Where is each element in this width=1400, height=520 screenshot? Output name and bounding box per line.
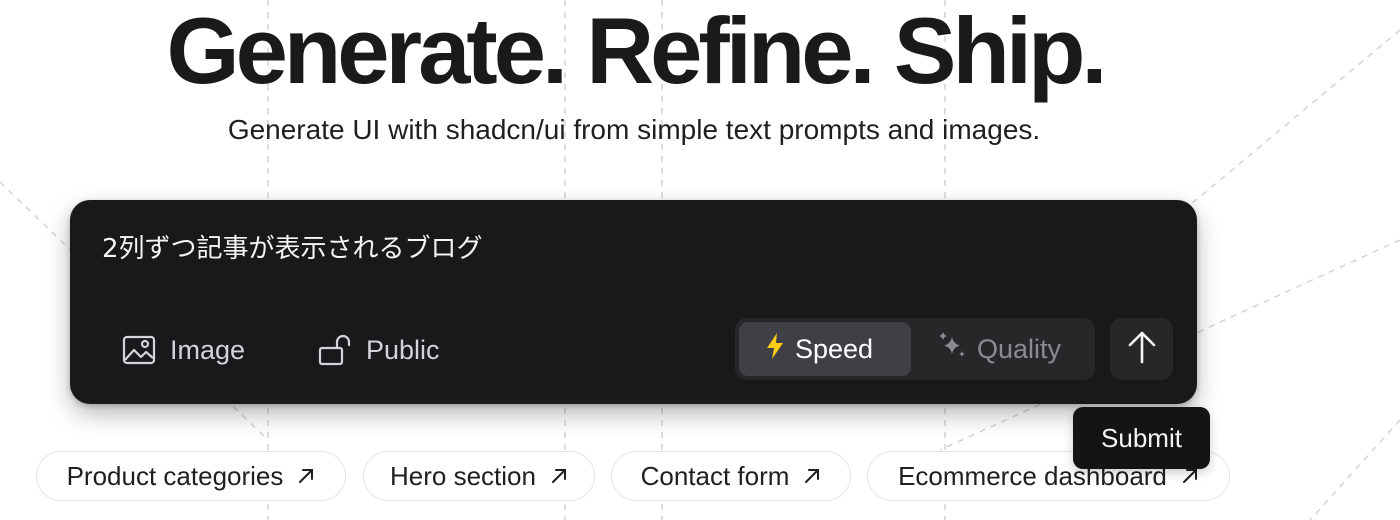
submit-tooltip: Submit [1073,407,1210,469]
arrow-up-icon [1127,330,1157,369]
lightning-icon [765,332,785,367]
prompt-box: Image Public Speed [70,200,1197,404]
prompt-input[interactable] [102,226,1002,266]
mode-quality-label: Quality [977,333,1062,364]
mode-speed-label: Speed [795,333,874,364]
submit-button[interactable] [1110,318,1173,380]
image-icon [122,335,156,365]
hero-subtitle: Generate UI with shadcn/ui from simple t… [227,114,1041,145]
image-upload-button[interactable]: Image [122,328,245,372]
suggestion-chip-label: Product categories [66,460,284,491]
arrow-up-right-icon [297,467,315,485]
arrow-up-right-icon [1181,467,1199,485]
suggestion-chip[interactable]: Hero section [363,451,595,501]
public-button-label: Public [366,334,440,365]
sparkles-icon [937,331,967,368]
suggestion-chip-label: Hero section [390,460,536,491]
image-button-label: Image [170,334,246,365]
arrow-up-right-icon [550,467,568,485]
hero-title: Generate. Refine. Ship. [166,0,1107,103]
arrow-up-right-icon [803,467,821,485]
visibility-public-button[interactable]: Public [318,328,440,372]
suggestion-chip[interactable]: Product categories [36,451,346,501]
mode-speed-option[interactable]: Speed [739,322,911,376]
suggestion-chip[interactable]: Contact form [611,451,851,501]
mode-quality-option[interactable]: Quality [933,322,1093,376]
unlock-icon [318,334,352,366]
suggestion-chip-label: Contact form [640,460,790,491]
mode-toggle: Speed Quality [735,318,1095,380]
